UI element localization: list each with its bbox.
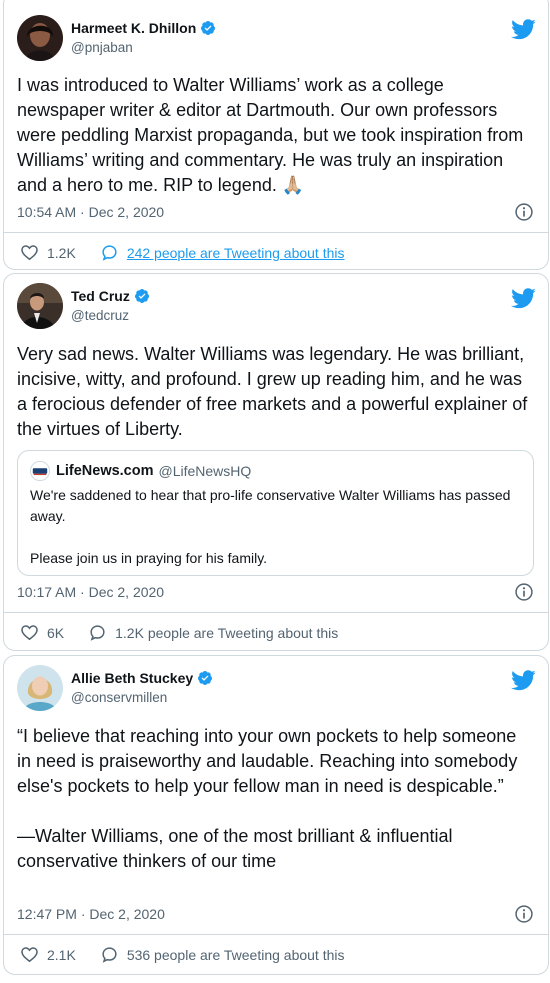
conversation-link[interactable]: 536 people are Tweeting about this	[100, 945, 345, 964]
quoted-tweet-text: We're saddened to hear that pro-life con…	[30, 487, 511, 566]
quoted-author-name: LifeNews.com	[56, 463, 154, 479]
author-name[interactable]: Harmeet K. Dhillon	[71, 18, 196, 38]
heart-icon	[21, 625, 38, 641]
conversation-text[interactable]: 536 people are Tweeting about this	[127, 947, 345, 963]
verified-badge-icon	[197, 670, 213, 686]
heart-icon	[21, 947, 38, 963]
tweet-header: Harmeet K. Dhillon @pnjaban	[17, 15, 216, 61]
author-handle[interactable]: @conservmillen	[71, 688, 213, 708]
tweet-header: Allie Beth Stuckey @conservmillen	[17, 665, 213, 711]
divider	[4, 934, 548, 935]
speech-bubble-icon	[102, 245, 117, 261]
tweet-header: Ted Cruz @tedcruz	[17, 283, 150, 329]
like-button[interactable]: 1.2K	[20, 243, 76, 262]
avatar[interactable]	[17, 15, 63, 61]
info-icon[interactable]	[514, 582, 534, 602]
avatar[interactable]	[17, 665, 63, 711]
speech-bubble-icon	[90, 625, 105, 641]
tweet-timestamp[interactable]: 10:17 AM · Dec 2, 2020	[17, 584, 164, 600]
divider	[4, 612, 548, 613]
quoted-author-handle: @LifeNewsHQ	[158, 463, 252, 479]
twitter-bird-icon[interactable]	[511, 19, 536, 40]
like-count: 1.2K	[47, 244, 76, 261]
conversation-link[interactable]: 1.2K people are Tweeting about this	[88, 623, 338, 642]
conversation-link[interactable]: 242 people are Tweeting about this	[100, 243, 345, 262]
tweet-timestamp[interactable]: 12:47 PM · Dec 2, 2020	[17, 906, 165, 922]
like-button[interactable]: 6K	[20, 623, 64, 642]
divider	[4, 232, 548, 233]
conversation-text[interactable]: 242 people are Tweeting about this	[127, 245, 345, 261]
info-icon[interactable]	[514, 202, 534, 222]
like-count: 6K	[47, 624, 65, 641]
avatar[interactable]	[17, 283, 63, 329]
tweet-card-dhillon[interactable]: Harmeet K. Dhillon @pnjaban I was introd…	[3, 0, 549, 270]
speech-bubble-icon	[102, 947, 117, 963]
tweet-card-stuckey[interactable]: Allie Beth Stuckey @conservmillen “I bel…	[3, 655, 549, 975]
info-icon[interactable]	[514, 904, 534, 924]
tweet-timestamp[interactable]: 10:54 AM · Dec 2, 2020	[17, 204, 164, 220]
author-name[interactable]: Allie Beth Stuckey	[71, 668, 193, 688]
verified-badge-icon	[134, 288, 150, 304]
tweet-card-cruz[interactable]: Ted Cruz @tedcruz Very sad news. Walter …	[3, 273, 549, 651]
like-button[interactable]: 2.1K	[20, 945, 76, 964]
author-handle[interactable]: @pnjaban	[71, 38, 216, 58]
tweet-text: Very sad news. Walter Williams was legen…	[17, 344, 533, 439]
conversation-text[interactable]: 1.2K people are Tweeting about this	[115, 625, 338, 641]
quoted-tweet[interactable]: LifeNews.com @LifeNewsHQ We're saddened …	[17, 450, 534, 576]
tweet-text: I was introduced to Walter Williams’ wor…	[17, 75, 529, 195]
author-name[interactable]: Ted Cruz	[71, 286, 130, 306]
author-handle[interactable]: @tedcruz	[71, 306, 150, 326]
verified-badge-icon	[200, 20, 216, 36]
tweet-text: “I believe that reaching into your own p…	[17, 726, 518, 871]
twitter-bird-icon[interactable]	[511, 288, 536, 309]
twitter-bird-icon[interactable]	[511, 670, 536, 691]
quoted-avatar	[30, 461, 50, 481]
heart-icon	[21, 245, 38, 261]
like-count: 2.1K	[47, 946, 76, 963]
